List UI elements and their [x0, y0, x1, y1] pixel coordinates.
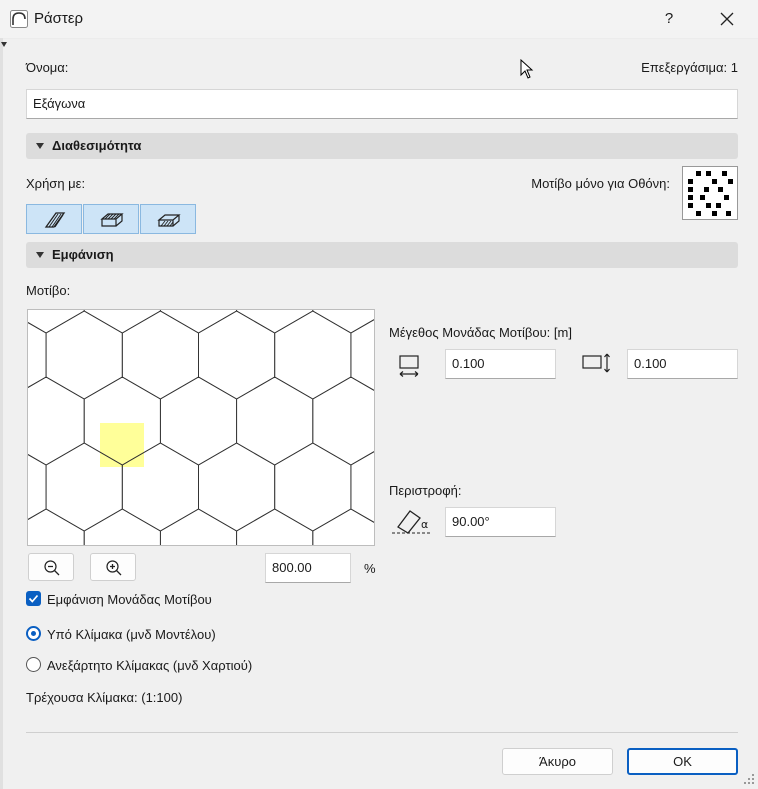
cover-fill-icon [100, 213, 124, 227]
height-icon [582, 353, 610, 373]
use-cut-fill-button[interactable] [26, 204, 82, 234]
hexagon-cell [236, 310, 314, 334]
editable-count: Επεξεργάσιμα: 1 [641, 60, 738, 75]
width-icon [399, 355, 419, 377]
unit-width-input[interactable]: 0.100 [445, 349, 556, 379]
hexagon-cell [28, 376, 85, 466]
use-with-label: Χρήση με: [26, 176, 86, 191]
window-title: Ράστερ [34, 10, 84, 27]
zoom-in-icon [106, 560, 122, 576]
hexagon-cell [236, 508, 314, 545]
appearance-header-label: Εμφάνιση [52, 247, 114, 262]
scaled-label: Υπό Κλίμακα (μνδ Μοντέλου) [47, 627, 216, 642]
pattern-preview[interactable] [27, 309, 375, 546]
hexagon-cell [83, 310, 161, 334]
pattern-label: Μοτίβο: [26, 283, 71, 298]
hexagon-cell [159, 508, 238, 545]
rotation-label: Περιστροφή: [389, 483, 462, 498]
availability-header-label: Διαθεσιμότητα [52, 138, 142, 153]
draft-fill-icon [157, 214, 181, 227]
collapse-arrow-icon[interactable] [1, 42, 7, 47]
use-draft-fill-button[interactable] [140, 204, 196, 234]
expand-triangle-icon [36, 143, 44, 149]
hexagon-cell [198, 310, 276, 400]
close-button[interactable] [710, 6, 744, 32]
show-unit-label: Εμφάνιση Μονάδας Μοτίβου [47, 592, 212, 607]
zoom-input[interactable]: 800.00 [265, 553, 351, 583]
hexagon-cell [236, 376, 314, 466]
hexagon-cell [121, 310, 199, 400]
hexagon-grid [28, 310, 374, 545]
zoom-in-button[interactable] [90, 553, 136, 581]
hexagon-cell [159, 376, 238, 466]
appearance-section-header[interactable]: Εμφάνιση [26, 242, 738, 268]
hexagon-cell [350, 319, 374, 391]
footer-divider [26, 732, 738, 733]
hexagon-cell [350, 451, 374, 523]
screen-only-label: Μοτίβο μόνο για Οθόνη: [531, 176, 670, 191]
hexagon-cell [28, 310, 85, 334]
current-scale-label: Τρέχουσα Κλίμακα: (1:100) [26, 690, 183, 705]
ok-button[interactable]: OK [627, 748, 738, 775]
zoom-out-button[interactable] [28, 553, 74, 581]
name-input[interactable]: Εξάγωνα [26, 89, 738, 119]
hexagon-cell [83, 508, 161, 545]
scale-independent-radio[interactable] [26, 657, 41, 672]
use-cover-fill-button[interactable] [83, 204, 139, 234]
unit-size-label: Μέγεθος Μονάδας Μοτίβου: [m] [389, 325, 572, 340]
hexagon-pattern [28, 310, 374, 545]
hexagon-cell [312, 508, 374, 545]
hexagon-cell [45, 310, 123, 400]
cancel-button[interactable]: Άκυρο [502, 748, 613, 775]
title-bar [0, 0, 758, 39]
hexagon-cell [312, 310, 374, 334]
window-edge [0, 38, 3, 789]
app-icon [10, 10, 28, 28]
rotation-input[interactable]: 90.00° [445, 507, 556, 537]
pattern-unit-highlight [100, 423, 144, 467]
scaled-radio[interactable] [26, 626, 41, 641]
hexagon-cell [159, 310, 238, 334]
hexagon-cell [198, 442, 276, 532]
unit-height-input[interactable]: 0.100 [627, 349, 738, 379]
zoom-out-icon [44, 560, 60, 576]
expand-triangle-icon [36, 252, 44, 258]
screen-pattern-swatch[interactable] [682, 166, 738, 220]
close-icon [720, 12, 734, 26]
hexagon-cell [28, 508, 85, 545]
resize-grip-icon[interactable] [742, 772, 756, 786]
hexagon-cell [274, 442, 352, 532]
scale-independent-label: Ανεξάρτητο Κλίμακας (μνδ Χαρτιού) [47, 658, 253, 673]
help-button[interactable]: ? [655, 6, 683, 32]
name-label: Όνομα: [26, 60, 69, 75]
zoom-unit: % [364, 561, 376, 576]
rotation-angle-icon: α [392, 510, 432, 534]
svg-text:α: α [421, 518, 428, 531]
cut-fill-icon [44, 212, 66, 228]
availability-section-header[interactable]: Διαθεσιμότητα [26, 133, 738, 159]
checkmark-icon [28, 594, 39, 603]
hexagon-cell [312, 376, 374, 466]
hexagon-cell [274, 310, 352, 400]
mouse-cursor-icon [520, 59, 534, 79]
show-unit-checkbox[interactable] [26, 591, 41, 606]
